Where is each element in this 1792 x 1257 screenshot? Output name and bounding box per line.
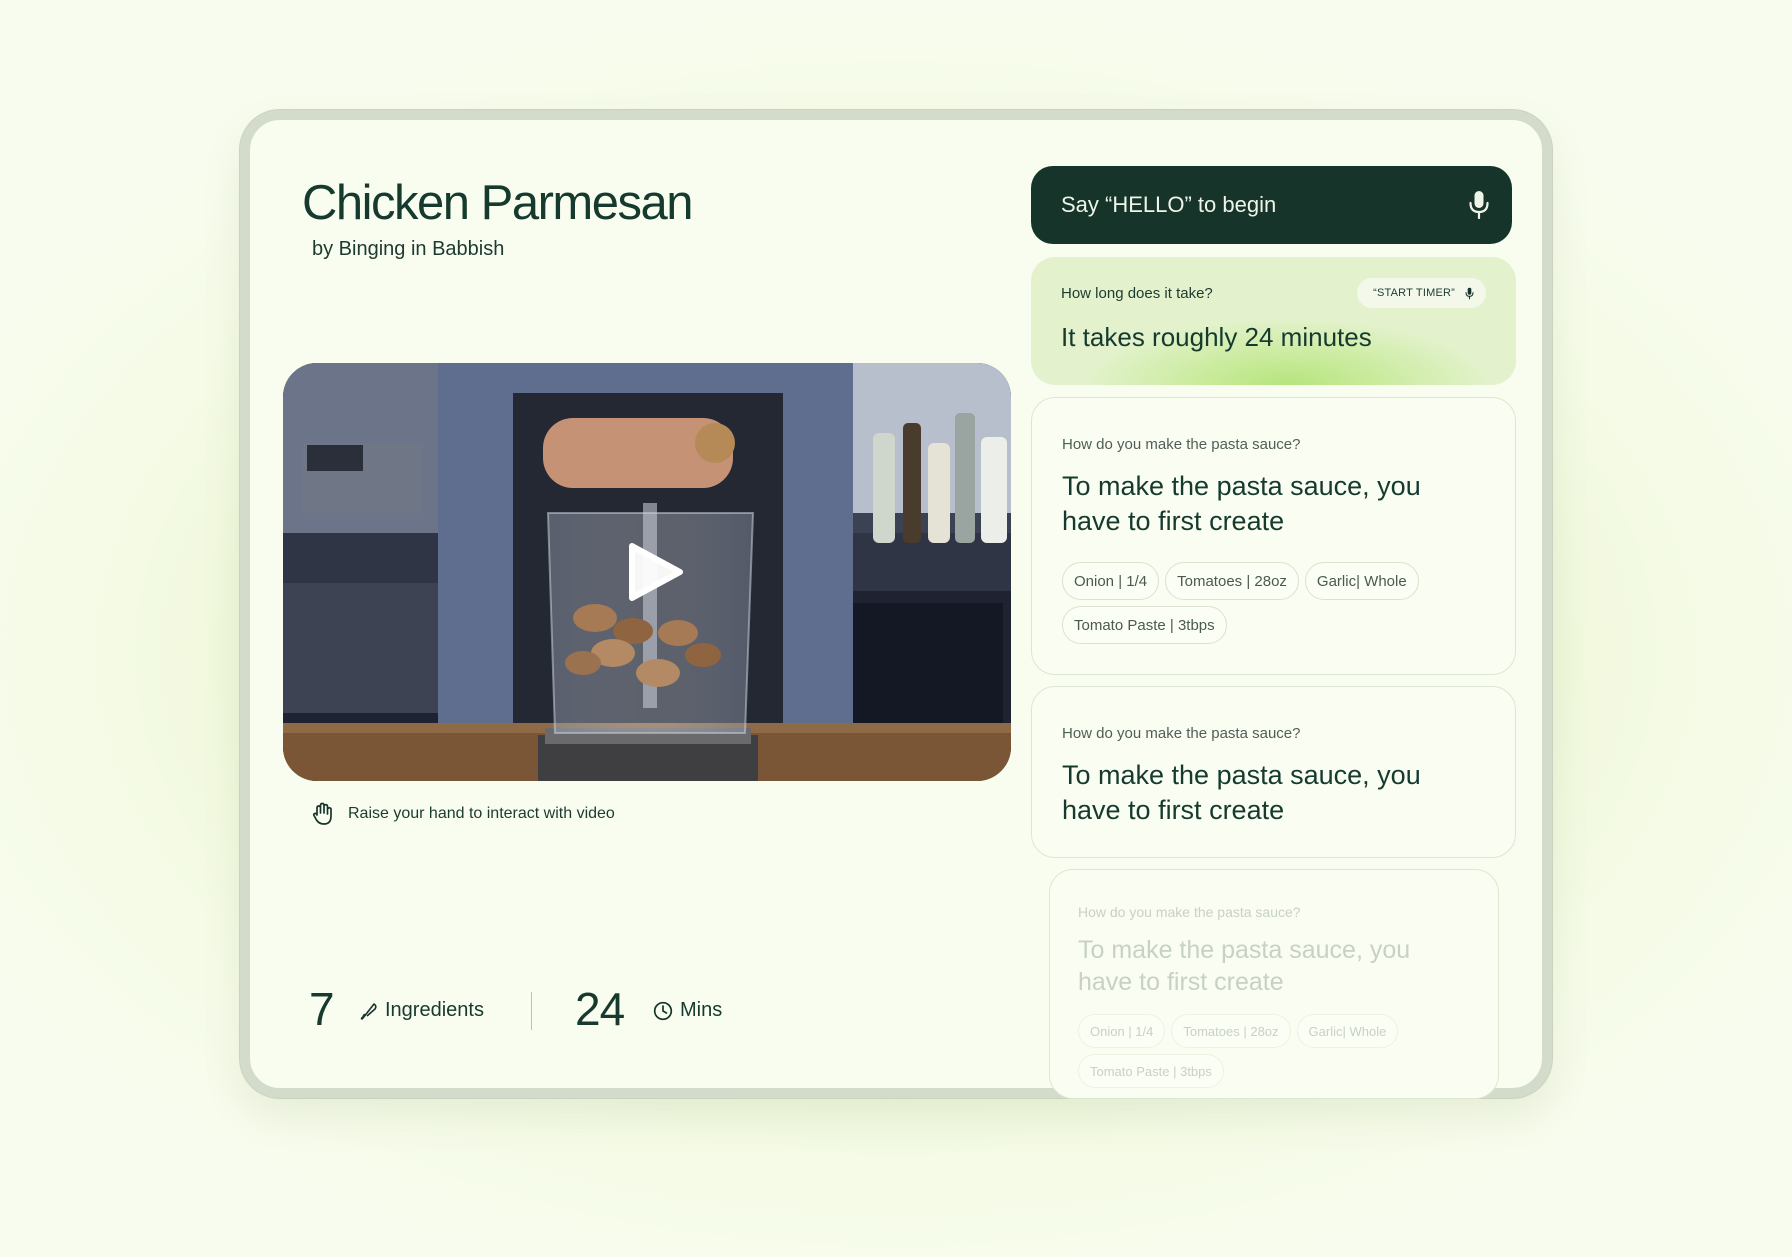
time-stat: Mins — [653, 999, 722, 1022]
history-question: How do you make the pasta sauce? — [1078, 904, 1301, 920]
knife-icon — [360, 1002, 377, 1020]
recipe-video[interactable] — [283, 363, 1011, 781]
qa-history-card[interactable]: How do you make the pasta sauce? To make… — [1049, 869, 1499, 1099]
history-answer: To make the pasta sauce, you have to fir… — [1062, 471, 1421, 536]
current-answer: It takes roughly 24 minutes — [1061, 322, 1372, 352]
ingredient-chip[interactable]: Tomatoes | 28oz — [1165, 562, 1299, 600]
history-answer: To make the pasta sauce, you have to fir… — [1078, 936, 1411, 996]
ingredient-chips: Onion | 1/4 Tomatoes | 28oz Garlic| Whol… — [1062, 562, 1442, 644]
ingredients-label: Ingredients — [385, 999, 484, 1021]
clock-icon — [653, 1001, 673, 1020]
microphone-icon — [1465, 287, 1474, 299]
current-question: How long does it take? — [1061, 285, 1213, 302]
time-value: 24 — [575, 983, 625, 1035]
recipe-title: Chicken Parmesan — [302, 176, 693, 230]
ingredients-stat: Ingredients — [360, 999, 484, 1022]
ingredient-chip[interactable]: Tomato Paste | 3tbps — [1062, 606, 1227, 644]
ingredient-chip[interactable]: Onion | 1/4 — [1078, 1014, 1166, 1048]
stats-divider — [531, 992, 532, 1030]
ingredient-chip[interactable]: Tomatoes | 28oz — [1171, 1014, 1291, 1048]
current-answer-card: How long does it take? “START TIMER” It … — [1031, 257, 1516, 385]
history-question: How do you make the pasta sauce? — [1062, 725, 1301, 742]
ingredient-chip[interactable]: Garlic| Whole — [1304, 562, 1419, 600]
play-icon[interactable] — [626, 542, 686, 602]
ingredient-chips: Onion | 1/4 Tomatoes | 28oz Garlic| Whol… — [1078, 1014, 1458, 1088]
video-hint-label: Raise your hand to interact with video — [348, 805, 615, 822]
ingredient-chip[interactable]: Onion | 1/4 — [1062, 562, 1160, 600]
microphone-icon[interactable] — [1468, 190, 1490, 220]
hand-icon — [312, 802, 332, 825]
ingredients-count: 7 — [309, 983, 335, 1035]
ingredient-chip[interactable]: Tomato Paste | 3tbps — [1078, 1054, 1224, 1088]
time-label: Mins — [680, 999, 723, 1021]
recipe-author: by Binging in Babbish — [312, 238, 505, 260]
voice-prompt-text: Say “HELLO” to begin — [1061, 192, 1277, 217]
video-hint: Raise your hand to interact with video — [312, 802, 615, 826]
voice-prompt-bar[interactable]: Say “HELLO” to begin — [1031, 166, 1512, 244]
qa-history-card[interactable]: How do you make the pasta sauce? To make… — [1031, 397, 1516, 675]
history-answer: To make the pasta sauce, you have to fir… — [1062, 760, 1421, 825]
qa-history-card[interactable]: How do you make the pasta sauce? To make… — [1031, 686, 1516, 858]
ingredient-chip[interactable]: Garlic| Whole — [1296, 1014, 1399, 1048]
history-question: How do you make the pasta sauce? — [1062, 436, 1301, 453]
start-timer-label: “START TIMER” — [1373, 287, 1455, 299]
start-timer-chip[interactable]: “START TIMER” — [1357, 278, 1486, 308]
